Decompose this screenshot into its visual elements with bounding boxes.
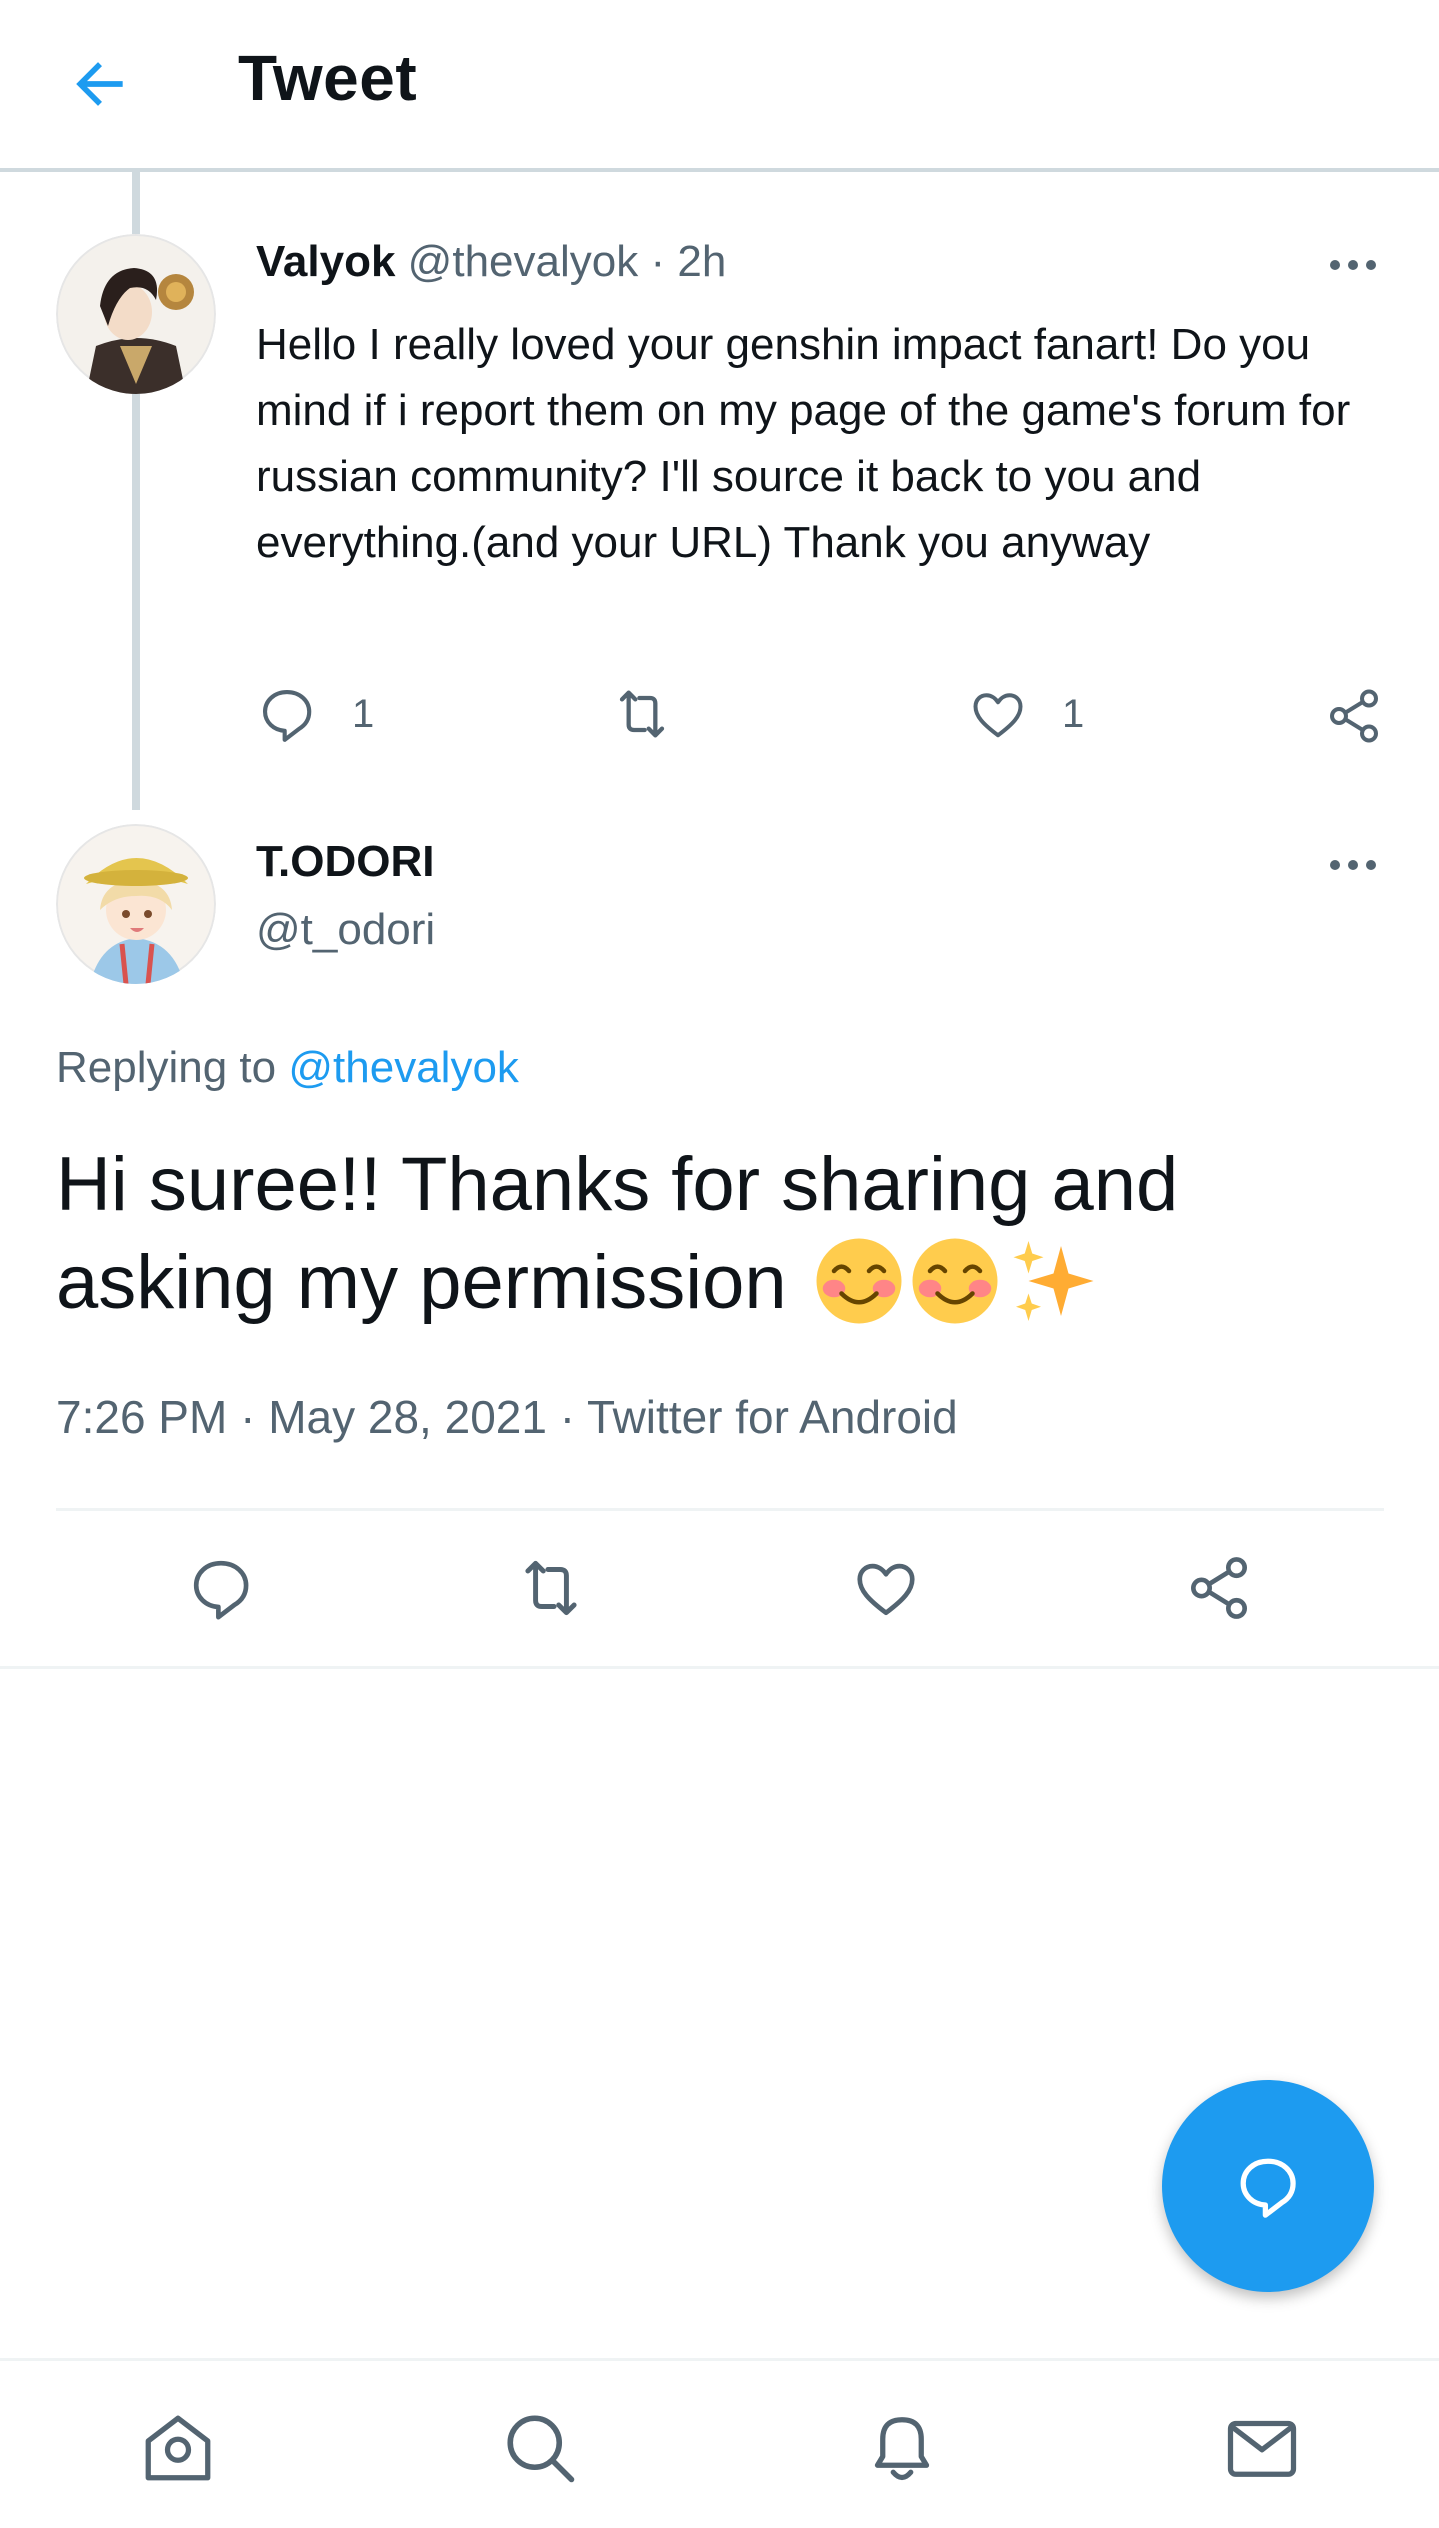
- heart-icon: [973, 693, 1023, 738]
- dot-icon: [1348, 860, 1358, 870]
- share-button[interactable]: [1184, 1556, 1254, 1620]
- tweet-header: Valyok @thevalyok · 2h: [256, 232, 726, 292]
- tweet-meta: 7:26 PM · May 28, 2021 · Twitter for And…: [56, 1386, 958, 1448]
- separator-dot: ·: [559, 1391, 576, 1443]
- retweet-icon: [525, 1560, 577, 1616]
- replying-to-label: Replying to: [56, 1043, 289, 1092]
- replying-to-link[interactable]: @thevalyok: [288, 1043, 519, 1092]
- reply-count: 1: [352, 691, 375, 736]
- divider: [56, 1508, 1384, 1511]
- nav-messages[interactable]: [1220, 2406, 1304, 2490]
- nav-search[interactable]: [498, 2406, 582, 2490]
- avatar[interactable]: [56, 824, 216, 984]
- reply-button[interactable]: 1: [256, 682, 374, 746]
- tweet-text: Hi suree!! Thanks for sharing and asking…: [56, 1136, 1356, 1332]
- page-title: Tweet: [238, 42, 418, 114]
- search-icon: [507, 2415, 575, 2483]
- smiling-face-icon: [816, 1238, 902, 1324]
- dot-icon: [1348, 260, 1358, 270]
- reply-icon: [1240, 2158, 1296, 2218]
- reply-icon: [193, 1560, 249, 1620]
- floating-reply-button[interactable]: [1162, 2080, 1374, 2292]
- more-options-button[interactable]: [1326, 850, 1386, 880]
- more-options-button[interactable]: [1326, 250, 1386, 280]
- sparkles-icon: [1013, 1241, 1094, 1321]
- bell-icon: [874, 2417, 930, 2481]
- username[interactable]: @thevalyok: [408, 237, 639, 286]
- nav-notifications[interactable]: [860, 2404, 944, 2488]
- like-button[interactable]: [851, 1556, 921, 1620]
- reply-button[interactable]: [186, 1556, 256, 1620]
- avatar-image: [56, 824, 216, 984]
- avatar[interactable]: [56, 234, 216, 394]
- tweet-source[interactable]: Twitter for Android: [587, 1391, 958, 1443]
- dot-icon: [1366, 260, 1376, 270]
- share-icon: [1330, 689, 1378, 743]
- nav-home[interactable]: [136, 2406, 220, 2490]
- share-icon: [1191, 1557, 1247, 1619]
- reply-icon: [262, 689, 312, 742]
- display-name[interactable]: T.ODORI: [256, 832, 434, 892]
- divider: [0, 1666, 1439, 1669]
- retweet-icon: [619, 690, 665, 738]
- mail-icon: [1227, 2420, 1297, 2477]
- separator-dot: ·: [240, 1391, 256, 1443]
- username[interactable]: @t_odori: [256, 900, 435, 960]
- display-name[interactable]: Valyok: [256, 237, 395, 286]
- share-button[interactable]: [1324, 684, 1384, 748]
- tweet-date: May 28, 2021: [268, 1391, 547, 1443]
- like-button[interactable]: 1: [968, 682, 1084, 746]
- timestamp: · 2h: [650, 237, 727, 286]
- dot-icon: [1330, 860, 1340, 870]
- home-icon: [145, 2415, 211, 2481]
- back-button[interactable]: [66, 50, 134, 118]
- dot-icon: [1330, 260, 1340, 270]
- tweet-time: 7:26 PM: [56, 1391, 228, 1443]
- retweet-button[interactable]: [514, 1556, 588, 1620]
- top-app-bar: [0, 0, 1439, 172]
- like-count: 1: [1062, 691, 1085, 736]
- tweet-text: Hello I really loved your genshin impact…: [256, 320, 1351, 567]
- smiling-face-icon: [912, 1238, 998, 1324]
- retweet-button[interactable]: [610, 682, 674, 746]
- arrow-left-icon: [76, 62, 123, 106]
- avatar-image: [56, 234, 216, 394]
- heart-icon: [857, 1563, 915, 1616]
- dot-icon: [1366, 860, 1376, 870]
- replying-to: Replying to @thevalyok: [56, 1038, 519, 1098]
